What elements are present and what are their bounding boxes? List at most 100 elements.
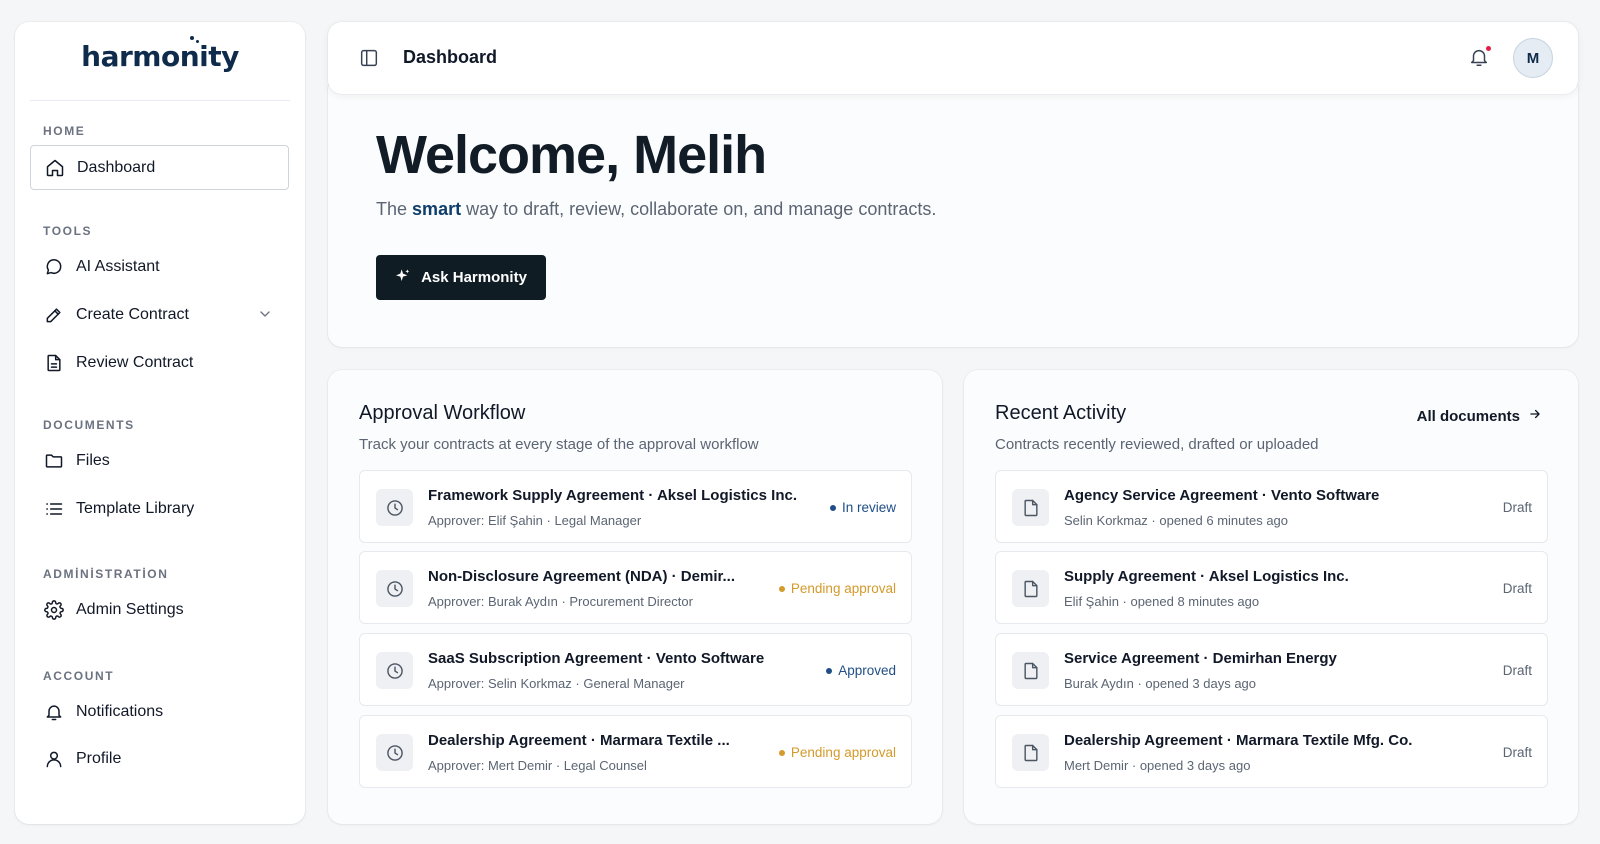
sidebar-item-notifications[interactable]: Notifications	[30, 689, 289, 734]
status-badge: Pending approval	[778, 581, 896, 596]
sidebar-item-profile[interactable]: Profile	[30, 736, 289, 781]
top-header: Dashboard M	[328, 22, 1578, 94]
status-badge: Draft	[1502, 745, 1532, 760]
section-label-documents: DOCUMENTS	[43, 418, 135, 432]
file-icon	[1012, 570, 1049, 607]
sidebar-toggle-icon[interactable]	[358, 47, 380, 69]
sidebar: harmonity HOME Dashboard TOOLS AI Assist…	[15, 22, 305, 824]
sidebar-item-label: AI Assistant	[76, 257, 160, 275]
subtitle-prefix: The	[376, 199, 408, 219]
sidebar-item-label: Create Contract	[76, 305, 189, 323]
ask-harmonity-button[interactable]: Ask Harmonity	[376, 255, 546, 300]
all-documents-label: All documents	[1416, 407, 1520, 425]
activity-row[interactable]: Dealership Agreement · Marmara Textile M…	[995, 715, 1548, 788]
welcome-title: Welcome, Melih	[376, 125, 767, 185]
status-badge: Draft	[1502, 500, 1532, 515]
status-dot	[829, 504, 836, 511]
sidebar-item-dashboard[interactable]: Dashboard	[30, 145, 289, 190]
row-meta: Selin Korkmaz · opened 6 minutes ago	[1064, 513, 1289, 528]
sidebar-item-create-contract[interactable]: Create Contract	[30, 292, 289, 337]
logo-text: harmonity	[81, 40, 239, 73]
sparkle-icon	[395, 268, 411, 288]
document-icon	[44, 353, 64, 373]
activity-row[interactable]: Agency Service Agreement · Vento Softwar…	[995, 470, 1548, 543]
status-badge: In review	[829, 500, 896, 515]
card-subtitle: Track your contracts at every stage of t…	[359, 436, 759, 453]
row-title: Supply Agreement · Aksel Logistics Inc.	[1064, 568, 1349, 585]
sidebar-item-template-library[interactable]: Template Library	[30, 486, 289, 531]
status-label: In review	[841, 500, 896, 515]
avatar[interactable]: M	[1513, 38, 1553, 78]
row-meta: Approver: Burak Aydın · Procurement Dire…	[428, 594, 693, 609]
sidebar-item-label: Notifications	[76, 702, 164, 720]
status-dot	[826, 667, 833, 674]
row-title: Agency Service Agreement · Vento Softwar…	[1064, 487, 1380, 504]
status-badge: Draft	[1502, 581, 1532, 596]
sidebar-item-files[interactable]: Files	[30, 438, 289, 483]
approval-row[interactable]: SaaS Subscription Agreement · Vento Soft…	[359, 633, 912, 706]
sidebar-item-admin-settings[interactable]: Admin Settings	[30, 587, 289, 632]
notification-badge	[1486, 46, 1491, 51]
welcome-subtitle: The smart way to draft, review, collabor…	[376, 199, 936, 220]
sidebar-item-label: Dashboard	[77, 158, 156, 176]
approval-row[interactable]: Framework Supply Agreement · Aksel Logis…	[359, 470, 912, 543]
row-meta: Burak Aydın · opened 3 days ago	[1064, 676, 1257, 691]
row-meta: Mert Demir · opened 3 days ago	[1064, 758, 1251, 773]
row-meta: Approver: Selin Korkmaz · General Manage…	[428, 676, 685, 691]
logo-dot	[190, 36, 194, 40]
home-icon	[45, 158, 65, 178]
row-title: Dealership Agreement · Marmara Textile M…	[1064, 732, 1413, 749]
logo-dot	[196, 40, 199, 43]
status-dot	[778, 749, 785, 756]
section-label-home: HOME	[43, 124, 86, 138]
sidebar-item-label: Template Library	[76, 499, 195, 517]
card-title: Approval Workflow	[359, 402, 526, 424]
brand-logo[interactable]: harmonity	[15, 36, 305, 73]
clock-icon	[376, 489, 413, 526]
approval-workflow-card: Approval Workflow Track your contracts a…	[328, 370, 942, 824]
sidebar-item-label: Files	[76, 451, 110, 469]
all-documents-link[interactable]: All documents	[1417, 407, 1542, 425]
approval-row[interactable]: Non-Disclosure Agreement (NDA) · Demir..…	[359, 551, 912, 624]
status-badge: Approved	[826, 663, 896, 678]
recent-activity-card: Recent Activity Contracts recently revie…	[964, 370, 1578, 824]
sidebar-item-ai-assistant[interactable]: AI Assistant	[30, 244, 289, 289]
subtitle-suffix: way to draft, review, collaborate on, an…	[466, 199, 937, 219]
activity-row[interactable]: Service Agreement · Demirhan Energy Bura…	[995, 633, 1548, 706]
list-icon	[44, 499, 64, 519]
sidebar-item-label: Profile	[76, 749, 122, 767]
ask-harmonity-label: Ask Harmonity	[421, 269, 527, 286]
page-title: Dashboard	[403, 47, 498, 67]
clock-icon	[376, 734, 413, 771]
approval-row[interactable]: Dealership Agreement · Marmara Textile .…	[359, 715, 912, 788]
status-label: Pending approval	[790, 581, 896, 596]
sidebar-item-review-contract[interactable]: Review Contract	[30, 340, 289, 385]
pen-icon	[44, 305, 64, 325]
sidebar-item-label: Review Contract	[76, 353, 194, 371]
row-title: Framework Supply Agreement · Aksel Logis…	[428, 487, 797, 504]
gear-icon	[44, 599, 64, 620]
status-label: Approved	[838, 663, 896, 678]
user-icon	[44, 749, 64, 769]
subtitle-highlight: smart	[412, 199, 462, 219]
status-badge: Draft	[1502, 663, 1532, 678]
file-icon	[1012, 489, 1049, 526]
card-title: Recent Activity	[995, 402, 1127, 424]
card-subtitle: Contracts recently reviewed, drafted or …	[995, 436, 1319, 453]
row-meta: Approver: Elif Şahin · Legal Manager	[428, 513, 642, 528]
bell-icon	[44, 702, 64, 722]
arrow-right-icon	[1528, 407, 1542, 425]
sidebar-item-label: Admin Settings	[76, 600, 184, 618]
clock-icon	[376, 652, 413, 689]
section-label-administration: ADMİNİSTRATİON	[43, 567, 169, 581]
file-icon	[1012, 734, 1049, 771]
folder-icon	[44, 451, 64, 471]
row-meta: Approver: Mert Demir · Legal Counsel	[428, 758, 647, 773]
row-title: SaaS Subscription Agreement · Vento Soft…	[428, 650, 765, 667]
activity-row[interactable]: Supply Agreement · Aksel Logistics Inc. …	[995, 551, 1548, 624]
row-meta: Elif Şahin · opened 8 minutes ago	[1064, 594, 1260, 609]
section-label-tools: TOOLS	[43, 224, 93, 238]
chevron-down-icon[interactable]	[257, 306, 273, 322]
row-title: Service Agreement · Demirhan Energy	[1064, 650, 1337, 667]
sidebar-divider	[30, 100, 290, 101]
